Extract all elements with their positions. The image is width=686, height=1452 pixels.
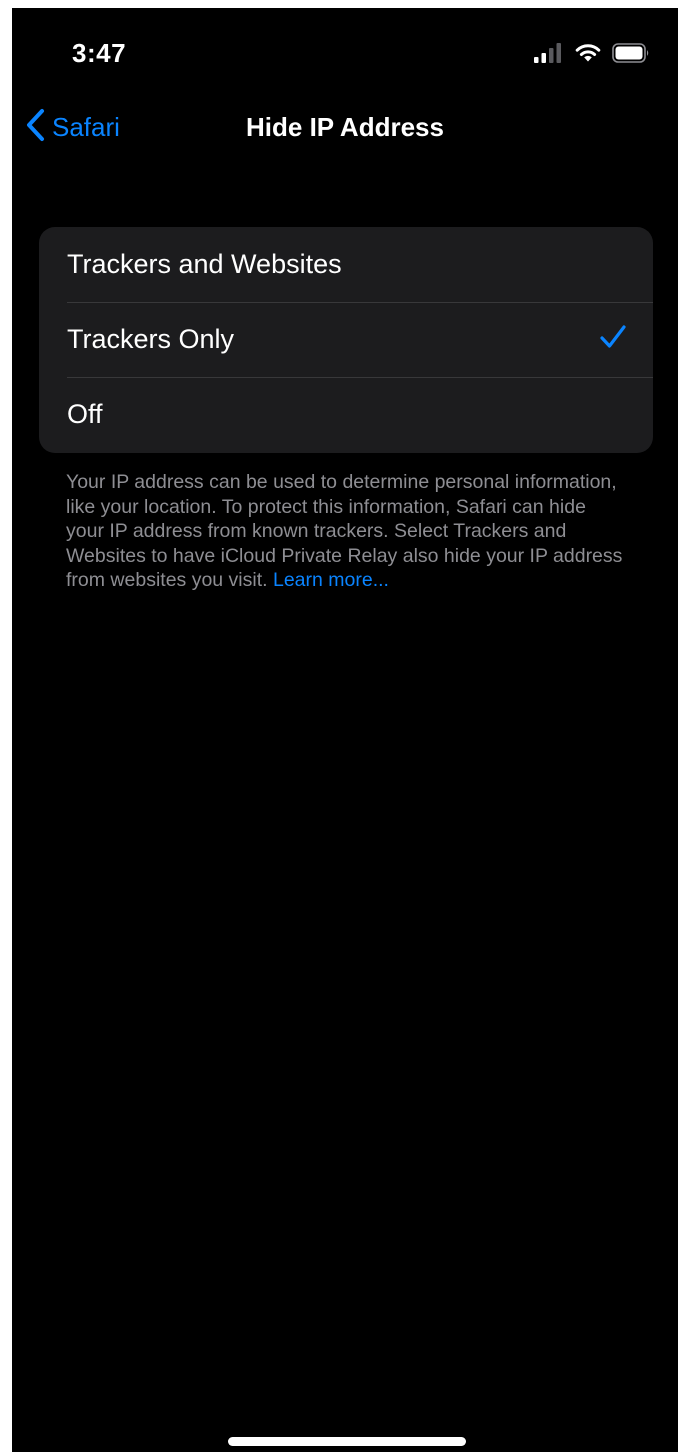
- option-trackers-only[interactable]: Trackers Only: [39, 302, 653, 377]
- footer-description: Your IP address can be used to determine…: [66, 470, 626, 593]
- option-label: Off: [67, 399, 103, 429]
- wifi-icon: [574, 42, 602, 69]
- status-icons: [534, 42, 650, 69]
- option-trackers-and-websites[interactable]: Trackers and Websites: [39, 227, 653, 302]
- page-title: Hide IP Address: [246, 112, 444, 142]
- option-label: Trackers Only: [67, 324, 235, 354]
- options-group: Trackers and Websites Trackers Only Off: [39, 227, 653, 453]
- cellular-signal-icon: [534, 43, 564, 68]
- option-off[interactable]: Off: [39, 377, 653, 452]
- battery-icon: [612, 43, 650, 68]
- option-label: Trackers and Websites: [67, 249, 342, 279]
- learn-more-link[interactable]: Learn more...: [273, 569, 389, 591]
- status-time: 3:47: [72, 38, 127, 68]
- home-indicator[interactable]: [228, 1437, 466, 1446]
- phone-screen: 3:47 Safari Hide IP Address Trackers and…: [12, 8, 678, 1452]
- checkmark-icon: [599, 323, 627, 356]
